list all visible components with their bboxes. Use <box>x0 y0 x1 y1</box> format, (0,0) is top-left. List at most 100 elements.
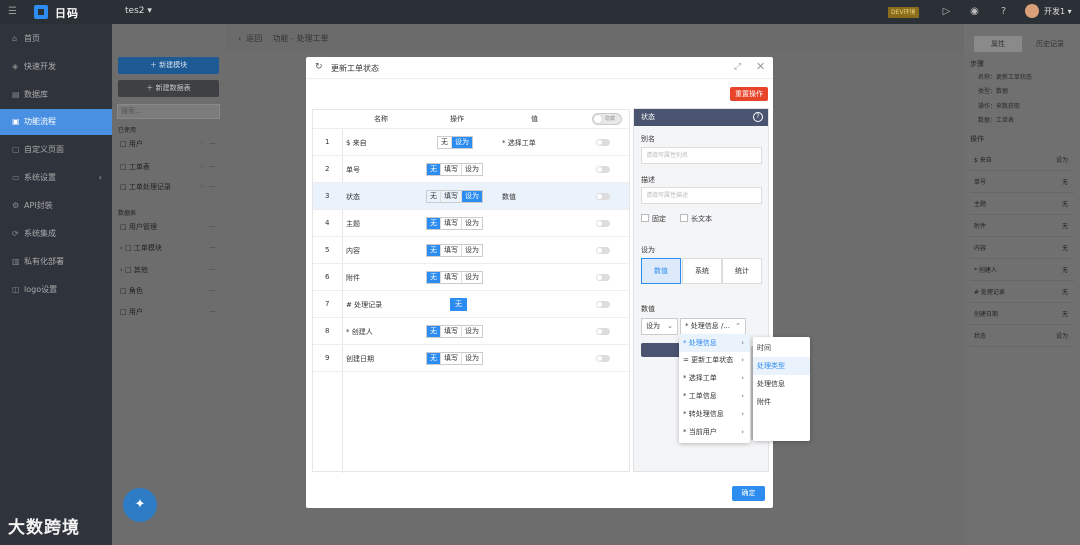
cascader-option[interactable]: * 当前用户 › <box>679 423 750 441</box>
table-row[interactable]: 7 # 处理记录 无 <box>313 290 629 317</box>
more-icon[interactable]: ··· <box>209 305 216 319</box>
row-toggle[interactable] <box>596 301 610 308</box>
field-dropdown[interactable]: * 处理信息 /... ⌃ <box>680 318 746 335</box>
sidebar-item-custom-page[interactable]: ▢ 自定义页面 <box>0 137 112 163</box>
more-icon[interactable]: ··· <box>209 137 216 151</box>
list-item[interactable]: › □ 其他 ··· <box>120 263 220 277</box>
list-item[interactable]: □ 角色 ··· <box>120 284 220 298</box>
cascader-option[interactable]: 处理类型 <box>753 357 810 375</box>
row-toggle[interactable] <box>596 220 610 227</box>
op-fill[interactable]: 填写 <box>441 191 462 202</box>
sidebar-item-quick-dev[interactable]: ◈ 快速开发 <box>0 54 112 80</box>
op-row[interactable]: 主题 无 <box>970 194 1074 215</box>
list-item[interactable]: □ 工单表 ⁞⁞ ··· <box>120 160 220 174</box>
table-row[interactable]: 1 $ 来自 无设为 * 选择工单 <box>313 128 629 155</box>
op-set[interactable]: 设为 <box>462 326 482 337</box>
table-row[interactable]: 3 状态 无填写 设为 数值 <box>313 182 629 209</box>
op-set[interactable]: 设为 <box>462 218 482 229</box>
cascader-option[interactable]: 时间 <box>753 339 810 357</box>
op-fill[interactable]: 填写 <box>441 353 462 364</box>
op-row[interactable]: 附件 无 <box>970 216 1074 237</box>
tab-properties[interactable]: 属性 <box>974 36 1022 52</box>
table-row[interactable]: 4 主题 无填写 设为 <box>313 209 629 236</box>
op-none[interactable]: 无 <box>451 299 466 310</box>
more-icon[interactable]: ··· <box>209 263 216 277</box>
reset-button[interactable]: 重置操作 <box>730 87 768 101</box>
cascader-option[interactable]: 附件 <box>753 393 810 411</box>
sidebar-item-settings[interactable]: ▭ 系统设置 › <box>0 165 112 191</box>
op-row[interactable]: 创建日期 无 <box>970 304 1074 325</box>
op-fill[interactable]: 填写 <box>441 245 462 256</box>
cascader-option[interactable]: * 处理信息 › <box>679 334 750 352</box>
sidebar-item-logo[interactable]: ◫ logo设置 <box>0 277 112 303</box>
row-toggle[interactable] <box>596 355 610 362</box>
new-module-button[interactable]: ＋ 新建模块 <box>118 57 219 74</box>
op-set[interactable]: 设为 <box>462 353 482 364</box>
sidebar-item-flow[interactable]: ▣ 功能流程 <box>0 109 112 135</box>
fixed-checkbox[interactable]: 固定 <box>641 214 666 224</box>
list-item[interactable]: □ 工单处理记录 ⁞⁞ ··· <box>120 180 220 194</box>
close-icon[interactable]: ✕ <box>756 60 765 73</box>
table-row[interactable]: 6 附件 无填写 设为 <box>313 263 629 290</box>
op-set[interactable]: 设为 <box>462 272 482 283</box>
op-fill[interactable]: 填写 <box>441 218 462 229</box>
more-icon[interactable]: ··· <box>209 284 216 298</box>
op-set[interactable]: 设为 <box>452 137 472 148</box>
op-row[interactable]: $ 来自 设为 <box>970 150 1074 171</box>
list-item[interactable]: □ 用户 ··· <box>120 305 220 319</box>
op-none[interactable]: 无 <box>427 191 441 202</box>
refresh-icon[interactable]: ↻ <box>315 62 323 72</box>
op-row[interactable]: 内容 无 <box>970 238 1074 259</box>
table-row[interactable]: 8 * 创建人 无填写 设为 <box>313 317 629 344</box>
cascader-option[interactable]: * 工单信息 › <box>679 387 750 405</box>
alias-input[interactable]: 请填写属性别名 <box>641 147 762 164</box>
play-icon[interactable]: ▷ <box>940 5 953 18</box>
desc-input[interactable]: 请填写属性描述 <box>641 187 762 204</box>
more-icon[interactable]: ··· <box>209 180 216 194</box>
op-fill[interactable]: 填写 <box>441 272 462 283</box>
sidebar-item-api[interactable]: ⚙ API封装 <box>0 193 112 219</box>
back-link[interactable]: 返回 <box>246 34 262 43</box>
op-none[interactable]: 无 <box>427 326 441 337</box>
op-none[interactable]: 无 <box>427 218 441 229</box>
op-row[interactable]: 单号 无 <box>970 172 1074 193</box>
row-value[interactable]: 数值 <box>502 192 516 202</box>
op-row[interactable]: * 创建人 无 <box>970 260 1074 281</box>
more-icon[interactable]: ··· <box>209 160 216 174</box>
user-menu[interactable]: 开发1 ▾ <box>1044 6 1072 17</box>
row-toggle[interactable] <box>596 247 610 254</box>
lightbulb-icon[interactable]: ✦ <box>123 488 157 522</box>
row-value[interactable]: * 选择工单 <box>502 138 536 148</box>
search-input[interactable]: 搜索... <box>117 104 220 119</box>
more-icon[interactable]: ··· <box>209 241 216 255</box>
drag-icon[interactable]: ⁞⁞ <box>200 180 204 194</box>
set-option-value[interactable]: 数值 <box>641 258 681 284</box>
list-item[interactable]: › □ 工单模块 ··· <box>120 241 220 255</box>
table-row[interactable]: 9 创建日期 无填写 设为 <box>313 344 629 371</box>
row-toggle[interactable] <box>596 139 610 146</box>
help-icon[interactable]: ? <box>997 5 1010 18</box>
op-none[interactable]: 无 <box>427 245 441 256</box>
set-dropdown[interactable]: 设为 ⌄ <box>641 318 678 335</box>
cascader-option[interactable]: * 选择工单 › <box>679 369 750 387</box>
confirm-button[interactable]: 确定 <box>732 486 765 501</box>
op-row[interactable]: # 处理记录 无 <box>970 282 1074 303</box>
new-table-button[interactable]: ＋ 新建数据表 <box>118 80 219 97</box>
cascader-option[interactable]: * 转处理信息 › <box>679 405 750 423</box>
op-row[interactable]: 状态 设为 <box>970 326 1074 347</box>
set-option-stat[interactable]: 统计 <box>722 258 762 284</box>
drag-icon[interactable]: ⁞⁞ <box>200 160 204 174</box>
list-item[interactable]: □ 用户管理 ··· <box>120 220 220 234</box>
op-fill[interactable]: 填写 <box>441 326 462 337</box>
avatar[interactable] <box>1025 4 1039 18</box>
more-icon[interactable]: ··· <box>209 220 216 234</box>
cascader-option[interactable]: 处理信息 <box>753 375 810 393</box>
op-set[interactable]: 设为 <box>462 164 482 175</box>
op-none[interactable]: 无 <box>427 272 441 283</box>
set-option-system[interactable]: 系统 <box>682 258 722 284</box>
list-item[interactable]: □ 用户 ⁞⁞ ··· <box>120 137 220 151</box>
menu-icon[interactable]: ☰ <box>8 6 18 17</box>
op-fill[interactable]: 填写 <box>441 164 462 175</box>
op-none[interactable]: 无 <box>427 353 441 364</box>
long-text-checkbox[interactable]: 长文本 <box>680 214 712 224</box>
